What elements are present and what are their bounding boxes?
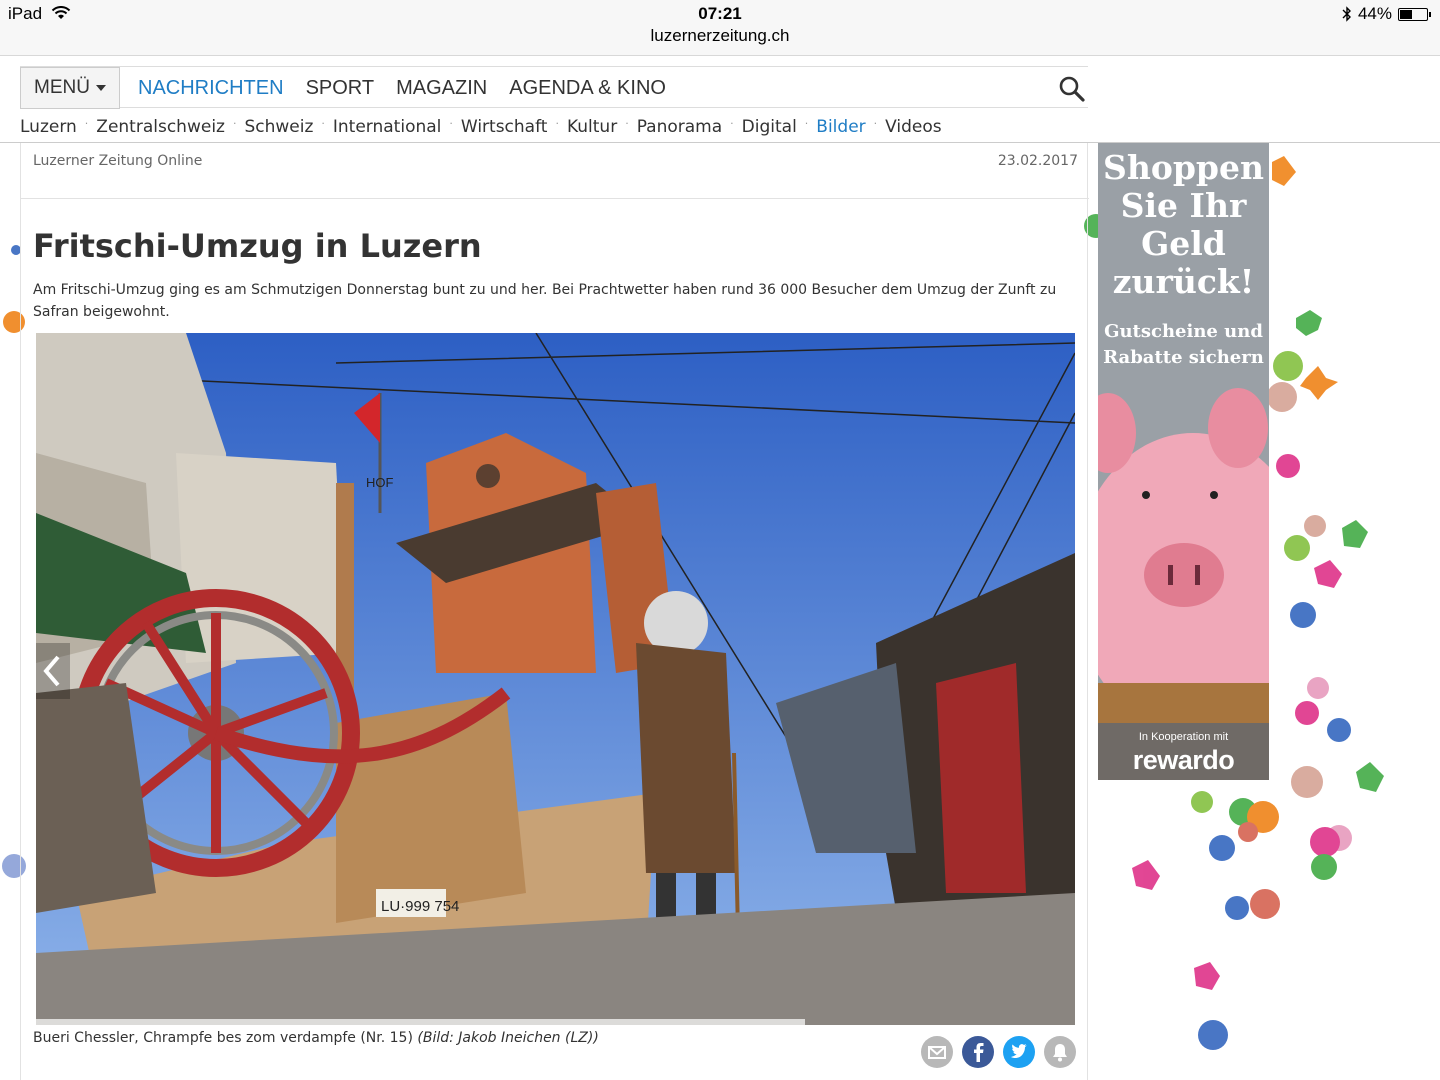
sub-nav: Luzern · Zentralschweiz · Schweiz · Inte… bbox=[20, 114, 942, 140]
subnav-item-videos[interactable]: Videos bbox=[885, 117, 942, 137]
nav-item-agenda-kino[interactable]: AGENDA & KINO bbox=[509, 77, 666, 100]
status-center: 07:21 luzernerzeitung.ch bbox=[0, 4, 1440, 46]
subnav-item-international[interactable]: International bbox=[333, 117, 442, 137]
nav-item-sport[interactable]: SPORT bbox=[306, 77, 375, 100]
status-right: 44% bbox=[1342, 4, 1431, 24]
subnav-item-wirtschaft[interactable]: Wirtschaft bbox=[461, 117, 548, 137]
separator: · bbox=[321, 116, 325, 130]
separator: · bbox=[449, 116, 453, 130]
nav-item-nachrichten[interactable]: NACHRICHTEN bbox=[138, 77, 284, 100]
subnav-item-kultur[interactable]: Kultur bbox=[567, 117, 617, 137]
divider bbox=[21, 198, 1089, 199]
status-bar: iPad 07:21 luzernerzeitung.ch 44% bbox=[0, 0, 1440, 56]
bluetooth-icon bbox=[1342, 6, 1351, 22]
battery-percent: 44% bbox=[1357, 4, 1392, 23]
subnav-item-luzern[interactable]: Luzern bbox=[20, 117, 77, 137]
main-nav: MENÜ NACHRICHTEN SPORT MAGAZIN AGENDA & … bbox=[20, 66, 1088, 109]
battery-icon bbox=[1398, 7, 1431, 21]
caption-text: Bueri Chessler, Chrampfe bes zom verdamp… bbox=[33, 1030, 413, 1046]
photo-credit: (Bild: Jakob Ineichen (LZ)) bbox=[417, 1030, 599, 1046]
twitter-share-button[interactable] bbox=[1003, 1036, 1035, 1068]
separator: · bbox=[804, 116, 809, 130]
article-date: 23.02.2017 bbox=[997, 153, 1078, 169]
bell-icon bbox=[1053, 1044, 1067, 1062]
ad-headline: Shoppen Sie Ihr Geld zurück! bbox=[1103, 148, 1264, 301]
ad-brand-logo: rewardo bbox=[1132, 745, 1235, 775]
separator: · bbox=[730, 116, 734, 130]
previous-image-button[interactable] bbox=[36, 643, 70, 699]
article-lead: Am Fritschi-Umzug ging es am Schmutzigen… bbox=[33, 282, 1057, 320]
main-nav-items: NACHRICHTEN SPORT MAGAZIN AGENDA & KINO bbox=[138, 67, 666, 109]
ad-cooperation: In Kooperation mit bbox=[1138, 731, 1229, 743]
email-share-button[interactable] bbox=[921, 1036, 953, 1068]
twitter-icon bbox=[1011, 1044, 1027, 1059]
gallery-photo[interactable]: LU·999 754 HOF bbox=[36, 333, 1075, 1025]
separator: · bbox=[873, 116, 878, 130]
building-sign: HOF bbox=[366, 475, 394, 490]
article-source: Luzerner Zeitung Online bbox=[33, 153, 203, 169]
subnav-item-schweiz[interactable]: Schweiz bbox=[244, 117, 313, 137]
gallery-progress-bar bbox=[36, 1019, 805, 1025]
separator: · bbox=[555, 116, 559, 130]
caret-down-icon bbox=[95, 85, 106, 91]
subnav-item-panorama[interactable]: Panorama bbox=[637, 117, 722, 137]
separator: · bbox=[625, 116, 629, 130]
photo-caption: Bueri Chessler, Chrampfe bes zom verdamp… bbox=[33, 1030, 599, 1046]
subnav-item-zentralschweiz[interactable]: Zentralschweiz bbox=[96, 117, 225, 137]
advertisement-banner[interactable]: Shoppen Sie Ihr Geld zurück! Gutscheine … bbox=[1098, 143, 1269, 780]
search-icon[interactable] bbox=[1058, 75, 1086, 103]
email-icon bbox=[928, 1046, 946, 1059]
chevron-left-icon bbox=[43, 655, 60, 687]
notification-button[interactable] bbox=[1044, 1036, 1076, 1068]
ad-subline: Gutscheine und Rabatte sichern bbox=[1103, 321, 1264, 368]
separator: · bbox=[232, 116, 237, 130]
clock: 07:21 bbox=[698, 4, 742, 23]
facebook-icon bbox=[974, 1043, 984, 1062]
article-meta: Luzerner Zeitung Online 23.02.2017 bbox=[33, 153, 1078, 175]
subnav-item-bilder[interactable]: Bilder bbox=[816, 117, 865, 137]
menu-label: MENÜ bbox=[34, 77, 90, 98]
license-plate: LU·999 754 bbox=[381, 898, 459, 915]
facebook-share-button[interactable] bbox=[962, 1036, 994, 1068]
subnav-item-digital[interactable]: Digital bbox=[742, 117, 797, 137]
parade-photo: LU·999 754 HOF bbox=[36, 333, 1075, 1025]
menu-button[interactable]: MENÜ bbox=[20, 67, 120, 109]
nav-item-magazin[interactable]: MAGAZIN bbox=[396, 77, 487, 100]
article: Luzerner Zeitung Online 23.02.2017 Frits… bbox=[20, 143, 1089, 1080]
article-title: Fritschi-Umzug in Luzern bbox=[33, 227, 482, 265]
address-bar[interactable]: luzernerzeitung.ch bbox=[0, 26, 1440, 46]
separator: · bbox=[84, 116, 89, 130]
